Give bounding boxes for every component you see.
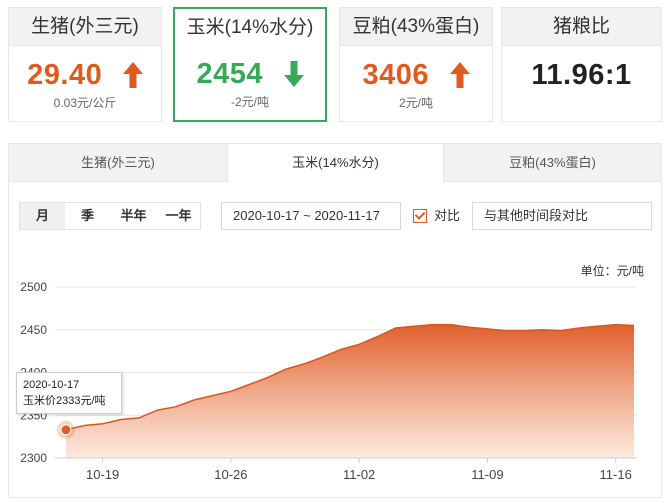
compare-period-input[interactable]: 与其他时间段对比 (472, 202, 652, 230)
tooltip-date: 2020-10-17 (23, 379, 80, 391)
card-corn[interactable]: 玉米(14%水分) 2454 -2元/吨 (173, 7, 327, 122)
card-title: 玉米(14%水分) (175, 9, 325, 46)
card-soybean-meal[interactable]: 豆粕(43%蛋白) 3406 2元/吨 (339, 7, 493, 122)
compare-label: 对比 (434, 208, 461, 223)
card-title: 豆粕(43%蛋白) (340, 8, 492, 46)
commodity-tabs: 生猪(外三元) 玉米(14%水分) 豆粕(43%蛋白) (9, 144, 661, 183)
card-change: 0.03元/公斤 (53, 96, 117, 110)
card-change: -2元/吨 (230, 95, 269, 109)
arrow-up-icon (449, 62, 470, 89)
chart-panel: 生猪(外三元) 玉米(14%水分) 豆粕(43%蛋白) 月 季 半年 一年 20… (8, 143, 662, 498)
tab-live-pig[interactable]: 生猪(外三元) (9, 144, 227, 182)
period-month[interactable]: 月 (20, 203, 65, 229)
card-value: 3406 (340, 58, 492, 92)
period-half-year[interactable]: 半年 (111, 203, 156, 229)
chart-tooltip: 2020-10-17 玉米价2333元/吨 (16, 372, 122, 414)
tab-corn[interactable]: 玉米(14%水分) (227, 144, 444, 183)
arrow-down-icon (283, 61, 304, 88)
card-title: 猪粮比 (502, 8, 661, 46)
period-quarter[interactable]: 季 (65, 203, 110, 229)
card-pig-grain-ratio[interactable]: 猪粮比 11.96:1 (501, 7, 662, 122)
tooltip-value: 玉米价2333元/吨 (23, 395, 106, 407)
compare-toggle[interactable]: 对比 (413, 207, 460, 225)
check-icon (414, 209, 426, 220)
card-value: 29.40 (9, 58, 161, 92)
compare-checkbox[interactable] (413, 209, 427, 223)
tab-soybean-meal[interactable]: 豆粕(43%蛋白) (444, 144, 661, 182)
period-selector: 月 季 半年 一年 (19, 202, 201, 230)
card-change: 2元/吨 (398, 96, 434, 110)
arrow-up-icon (122, 62, 143, 89)
period-year[interactable]: 一年 (156, 203, 201, 229)
card-value: 2454 (175, 57, 325, 91)
date-range-input[interactable]: 2020-10-17 ~ 2020-11-17 (221, 202, 401, 230)
card-title: 生猪(外三元) (9, 8, 161, 46)
price-cards: 生猪(外三元) 29.40 0.03元/公斤 玉米(14%水分) 2454 -2… (8, 7, 662, 122)
card-value: 11.96:1 (531, 58, 632, 91)
unit-label: 单位：元/吨 (580, 264, 644, 278)
card-live-pig[interactable]: 生猪(外三元) 29.40 0.03元/公斤 (8, 7, 162, 122)
